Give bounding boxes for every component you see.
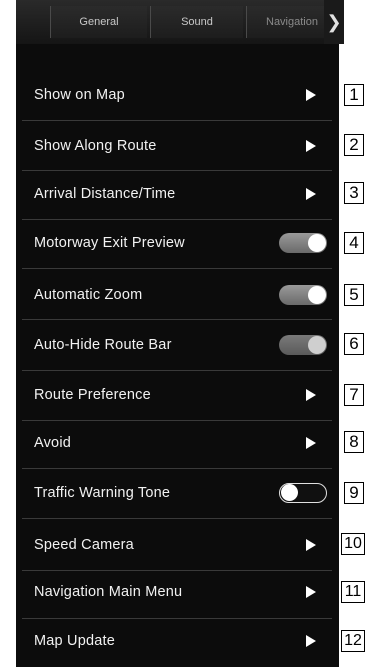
callout-badge: 6 bbox=[344, 333, 364, 355]
menu-item-motorway-exit-preview[interactable]: Motorway Exit Preview bbox=[16, 218, 339, 268]
traffic-warning-tone-toggle[interactable] bbox=[279, 483, 327, 503]
play-arrow-icon bbox=[306, 437, 316, 449]
play-arrow-icon bbox=[306, 89, 316, 101]
callout-badge: 3 bbox=[344, 182, 364, 204]
play-arrow-icon bbox=[306, 635, 316, 647]
tab-general[interactable]: General bbox=[50, 6, 147, 38]
menu-item-avoid[interactable]: Avoid bbox=[16, 418, 339, 468]
menu-item-label: Map Update bbox=[34, 633, 115, 649]
navigation-settings-screen: General Sound Navigation Show on Map Sho… bbox=[16, 0, 339, 667]
menu-item-label: Auto-Hide Route Bar bbox=[34, 337, 172, 353]
menu-item-show-on-map[interactable]: Show on Map bbox=[16, 70, 339, 120]
toggle-knob bbox=[308, 286, 326, 304]
callout-badge: 1 bbox=[344, 84, 364, 106]
callout-badge: 9 bbox=[344, 482, 364, 504]
menu-item-label: Navigation Main Menu bbox=[34, 584, 183, 600]
tab-sound[interactable]: Sound bbox=[150, 6, 243, 38]
callout-badge: 2 bbox=[344, 134, 364, 156]
menu-item-route-preference[interactable]: Route Preference bbox=[16, 370, 339, 420]
menu-item-map-update[interactable]: Map Update bbox=[16, 616, 339, 666]
menu-item-arrival-distance-time[interactable]: Arrival Distance/Time bbox=[16, 169, 339, 219]
menu-item-label: Show Along Route bbox=[34, 138, 157, 154]
callout-badge: 8 bbox=[344, 431, 364, 453]
automatic-zoom-toggle[interactable] bbox=[279, 285, 327, 305]
menu-item-automatic-zoom[interactable]: Automatic Zoom bbox=[16, 270, 339, 320]
callout-badge: 11 bbox=[341, 581, 365, 603]
menu-item-label: Automatic Zoom bbox=[34, 287, 143, 303]
play-arrow-icon bbox=[306, 389, 316, 401]
callout-badge: 10 bbox=[341, 533, 365, 555]
play-arrow-icon bbox=[306, 140, 316, 152]
toggle-knob bbox=[281, 484, 298, 501]
menu-item-speed-camera[interactable]: Speed Camera bbox=[16, 520, 339, 570]
play-arrow-icon bbox=[306, 188, 316, 200]
menu-item-auto-hide-route-bar[interactable]: Auto-Hide Route Bar bbox=[16, 320, 339, 370]
menu-item-label: Motorway Exit Preview bbox=[34, 235, 185, 251]
callout-badge: 4 bbox=[344, 232, 364, 254]
menu-item-traffic-warning-tone[interactable]: Traffic Warning Tone bbox=[16, 468, 339, 518]
menu-item-label: Speed Camera bbox=[34, 537, 134, 553]
play-arrow-icon bbox=[306, 539, 316, 551]
menu-item-label: Traffic Warning Tone bbox=[34, 485, 171, 501]
divider bbox=[22, 518, 332, 519]
menu-item-label: Route Preference bbox=[34, 387, 151, 403]
callout-badge: 5 bbox=[344, 284, 364, 306]
menu-item-show-along-route[interactable]: Show Along Route bbox=[16, 121, 339, 171]
menu-item-label: Arrival Distance/Time bbox=[34, 186, 176, 202]
tab-bar: General Sound Navigation bbox=[16, 0, 339, 44]
toggle-knob bbox=[308, 336, 326, 354]
menu-item-navigation-main-menu[interactable]: Navigation Main Menu bbox=[16, 567, 339, 617]
callout-badge: 7 bbox=[344, 384, 364, 406]
auto-hide-route-bar-toggle[interactable] bbox=[279, 335, 327, 355]
toggle-knob bbox=[308, 234, 326, 252]
divider bbox=[22, 268, 332, 269]
menu-item-label: Avoid bbox=[34, 435, 72, 451]
callout-badge: 12 bbox=[341, 630, 365, 652]
chevron-right-icon[interactable]: ❯ bbox=[324, 0, 344, 44]
play-arrow-icon bbox=[306, 586, 316, 598]
menu-item-label: Show on Map bbox=[34, 87, 125, 103]
motorway-exit-preview-toggle[interactable] bbox=[279, 233, 327, 253]
